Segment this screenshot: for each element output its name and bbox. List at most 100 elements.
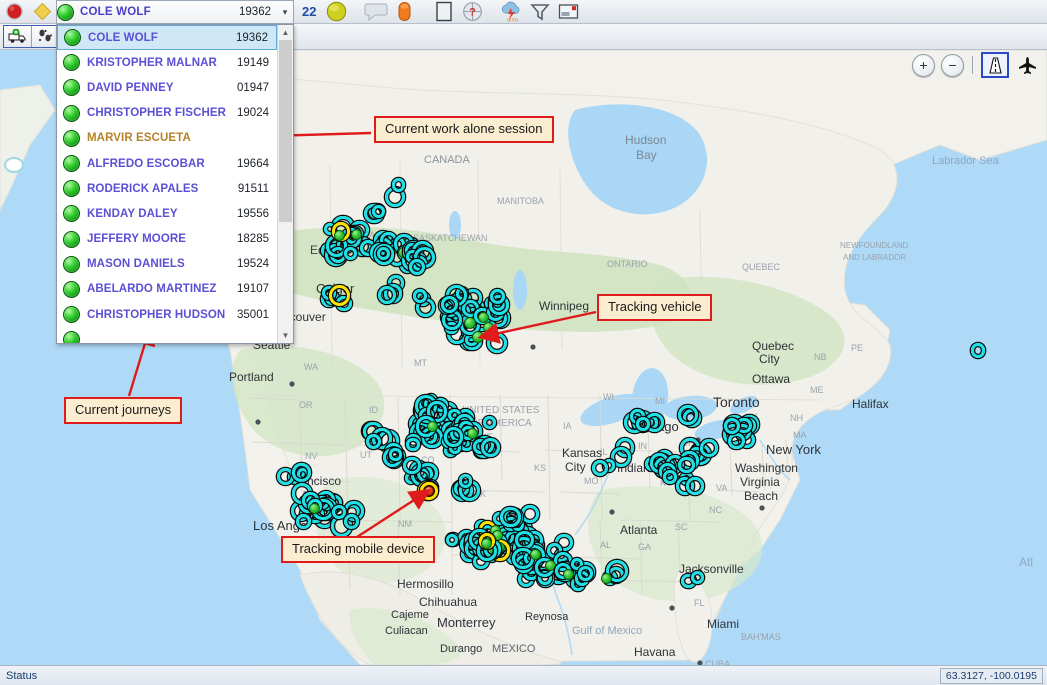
- dropdown-item-number: 19024: [237, 107, 269, 120]
- scroll-down-button[interactable]: ▼: [278, 328, 293, 343]
- vehicle-marker[interactable]: [482, 322, 494, 334]
- green-led-icon: [63, 230, 80, 248]
- journey-marker[interactable]: [678, 456, 695, 474]
- journey-marker[interactable]: [663, 470, 677, 484]
- alert-marker[interactable]: [424, 486, 434, 496]
- messages-button[interactable]: [362, 1, 390, 23]
- green-led-icon: [63, 54, 80, 72]
- vehicle-marker[interactable]: [601, 572, 613, 584]
- journey-marker[interactable]: [366, 433, 382, 449]
- dropdown-item[interactable]: RODERICK APALES 91511: [57, 176, 277, 201]
- journey-marker[interactable]: [445, 534, 458, 547]
- journey-marker[interactable]: [521, 504, 539, 523]
- vehicle-marker[interactable]: [478, 311, 490, 323]
- vehicle-marker[interactable]: [467, 427, 479, 439]
- journey-marker[interactable]: [700, 439, 718, 457]
- speech-bubble-icon: [364, 3, 388, 21]
- dropdown-item[interactable]: [57, 327, 277, 343]
- vehicle-marker[interactable]: [480, 538, 492, 550]
- journey-marker[interactable]: [402, 456, 421, 475]
- diamond-button[interactable]: [28, 1, 56, 23]
- scrollbar-thumb[interactable]: [279, 40, 292, 222]
- journey-marker[interactable]: [331, 504, 346, 520]
- vehicle-tracking-button[interactable]: [4, 26, 32, 47]
- green-led-icon: [57, 3, 74, 21]
- status-yellow-button[interactable]: [322, 1, 350, 23]
- journey-marker[interactable]: [486, 332, 507, 353]
- document-icon: [436, 1, 453, 22]
- journey-marker[interactable]: [728, 432, 745, 450]
- journey-marker[interactable]: [515, 530, 534, 550]
- journey-marker[interactable]: [678, 405, 698, 426]
- zoom-in-button[interactable]: +: [912, 53, 935, 77]
- record-dot-icon: [5, 3, 23, 20]
- dropdown-item[interactable]: ALFREDO ESCOBAR 19664: [57, 151, 277, 176]
- scroll-up-button[interactable]: ▲: [278, 25, 293, 40]
- dropdown-items[interactable]: COLE WOLF 19362 KRISTOPHER MALNAR 19149 DAVI…: [57, 25, 277, 343]
- journey-marker[interactable]: [971, 343, 986, 358]
- filter-button[interactable]: [526, 1, 554, 23]
- dropdown-item[interactable]: KENDAY DALEY 19556: [57, 201, 277, 226]
- journey-marker[interactable]: [443, 427, 464, 447]
- dropdown-item[interactable]: ABELARDO MARTINEZ 19107: [57, 277, 277, 302]
- aerial-view-button[interactable]: [1015, 54, 1039, 76]
- callout-work-alone-session: Current work alone session: [374, 116, 554, 144]
- chevron-down-icon[interactable]: ▾: [277, 7, 293, 18]
- dropdown-item[interactable]: DAVID PENNEY 01947: [57, 75, 277, 100]
- dropdown-item[interactable]: CHRISTOPHER HUDSON 35001: [57, 302, 277, 327]
- dropdown-item-name: KRISTOPHER MALNAR: [87, 56, 217, 69]
- journey-marker[interactable]: [691, 570, 705, 584]
- journey-marker[interactable]: [499, 506, 521, 528]
- green-led-icon: [63, 180, 80, 198]
- journey-marker[interactable]: [686, 477, 704, 495]
- journey-marker[interactable]: [481, 437, 501, 457]
- journey-marker[interactable]: [296, 513, 312, 529]
- vehicle-marker[interactable]: [334, 229, 346, 241]
- dropdown-item[interactable]: MARVIR ESCUETA: [57, 126, 277, 151]
- reports-button[interactable]: [430, 1, 458, 23]
- dropdown-scrollbar[interactable]: ▲ ▼: [277, 25, 293, 343]
- dropdown-item[interactable]: CHRISTOPHER FISCHER 19024: [57, 101, 277, 126]
- journey-marker[interactable]: [577, 566, 593, 582]
- combo-selected-name: COLE WOLF: [80, 6, 151, 18]
- journey-marker[interactable]: [371, 204, 385, 218]
- vehicle-marker[interactable]: [464, 317, 476, 329]
- operator-dropdown-list[interactable]: COLE WOLF 19362 KRISTOPHER MALNAR 19149 DAVI…: [56, 24, 294, 344]
- dropdown-item[interactable]: MASON DANIELS 19524: [57, 252, 277, 277]
- vehicle-marker[interactable]: [472, 331, 484, 343]
- journey-marker[interactable]: [592, 460, 609, 477]
- journey-marker[interactable]: [489, 288, 505, 305]
- dropdown-item-number: 19107: [237, 283, 269, 296]
- record-button[interactable]: [0, 1, 28, 23]
- journey-marker[interactable]: [408, 258, 426, 276]
- journey-marker[interactable]: [391, 177, 406, 192]
- mobile-device-marker[interactable]: [328, 284, 350, 306]
- snapshot-button[interactable]: [554, 1, 582, 23]
- journey-marker[interactable]: [636, 417, 650, 431]
- selected-count: 22: [302, 4, 317, 19]
- vehicle-marker[interactable]: [309, 502, 321, 514]
- journey-marker[interactable]: [343, 246, 357, 260]
- dropdown-item[interactable]: JEFFERY MOORE 18285: [57, 227, 277, 252]
- filter-funnel-icon: [530, 3, 551, 20]
- weather-button[interactable]: grrrg: [498, 1, 526, 23]
- map-controls[interactable]: + −: [912, 52, 1039, 78]
- journey-marker[interactable]: [723, 418, 740, 435]
- journey-marker[interactable]: [292, 463, 311, 482]
- alerts-button[interactable]: [390, 1, 418, 23]
- help-button[interactable]: ?: [458, 1, 486, 23]
- operator-combo-box[interactable]: COLE WOLF 19362 ▾: [56, 0, 294, 24]
- callout-current-journeys: Current journeys: [64, 397, 183, 425]
- green-led-icon: [63, 205, 80, 223]
- dropdown-item[interactable]: KRISTOPHER MALNAR 19149: [57, 50, 277, 75]
- road-map-button[interactable]: [981, 52, 1009, 78]
- journey-marker[interactable]: [389, 448, 402, 461]
- journey-marker[interactable]: [406, 437, 420, 452]
- dropdown-item[interactable]: COLE WOLF 19362: [57, 25, 277, 51]
- journey-marker[interactable]: [458, 474, 473, 488]
- zoom-out-button[interactable]: −: [941, 53, 964, 77]
- callout-tracking-vehicle: Tracking vehicle: [597, 294, 713, 322]
- journey-marker[interactable]: [482, 415, 497, 430]
- journey-marker[interactable]: [343, 513, 359, 529]
- journey-marker[interactable]: [377, 247, 390, 260]
